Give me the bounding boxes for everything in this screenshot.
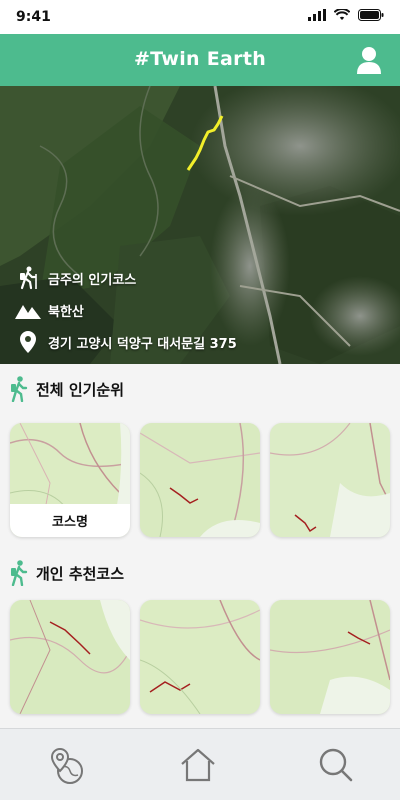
profile-button[interactable] <box>354 45 384 75</box>
hiker-icon <box>20 266 37 290</box>
course-card[interactable] <box>270 600 390 714</box>
battery-icon <box>358 9 384 21</box>
app-title: #Twin Earth <box>133 48 267 70</box>
personal-recommend-header: 개인 추천코스 <box>10 560 124 586</box>
popular-course-row: 금주의 인기코스 <box>14 262 237 294</box>
overall-ranking-header: 전체 인기순위 <box>10 376 124 402</box>
course-map-thumbnail <box>270 600 390 714</box>
section-title: 개인 추천코스 <box>36 564 125 583</box>
course-card[interactable] <box>270 423 390 537</box>
mountain-name: 북한산 <box>48 304 84 320</box>
app-header: #Twin Earth <box>0 34 400 86</box>
wifi-icon <box>334 9 350 20</box>
hero-info: 금주의 인기코스 북한산 경기 고양시 덕양구 대서문길 375 <box>14 262 237 358</box>
course-card[interactable] <box>140 600 260 714</box>
hero-satellite-map[interactable]: 금주의 인기코스 북한산 경기 고양시 덕양구 대서문길 375 <box>0 86 400 364</box>
mountain-icon <box>15 305 41 319</box>
status-time: 9:41 <box>16 9 51 25</box>
home-icon <box>181 748 215 782</box>
course-card[interactable]: 코스명 <box>10 423 130 537</box>
course-map-thumbnail <box>140 423 260 537</box>
course-map-thumbnail <box>140 600 260 714</box>
map-location-icon <box>50 747 83 784</box>
hiker-icon <box>11 560 28 586</box>
personal-recommend-cards <box>10 600 390 714</box>
section-title: 전체 인기순위 <box>36 380 125 399</box>
address-text: 경기 고양시 덕양구 대서문길 375 <box>48 336 237 352</box>
course-map-thumbnail <box>10 600 130 714</box>
nav-search-button[interactable] <box>314 743 358 787</box>
popular-course-label: 금주의 인기코스 <box>48 272 137 288</box>
course-map-thumbnail <box>270 423 390 537</box>
bottom-navigation <box>0 728 400 800</box>
overall-ranking-cards: 코스명 <box>10 423 390 537</box>
search-icon <box>319 748 353 782</box>
nav-home-button[interactable] <box>176 743 220 787</box>
course-card[interactable] <box>10 600 130 714</box>
location-pin-icon <box>20 331 36 353</box>
hiker-icon <box>11 376 28 402</box>
address-row: 경기 고양시 덕양구 대서문길 375 <box>14 326 237 358</box>
status-icons <box>308 9 384 21</box>
signal-icon <box>308 9 326 21</box>
nav-map-button[interactable] <box>44 743 88 787</box>
course-name: 코스명 <box>10 504 130 537</box>
mountain-row: 북한산 <box>14 294 237 326</box>
course-card[interactable] <box>140 423 260 537</box>
user-icon <box>357 47 381 74</box>
status-bar: 9:41 <box>0 0 400 34</box>
